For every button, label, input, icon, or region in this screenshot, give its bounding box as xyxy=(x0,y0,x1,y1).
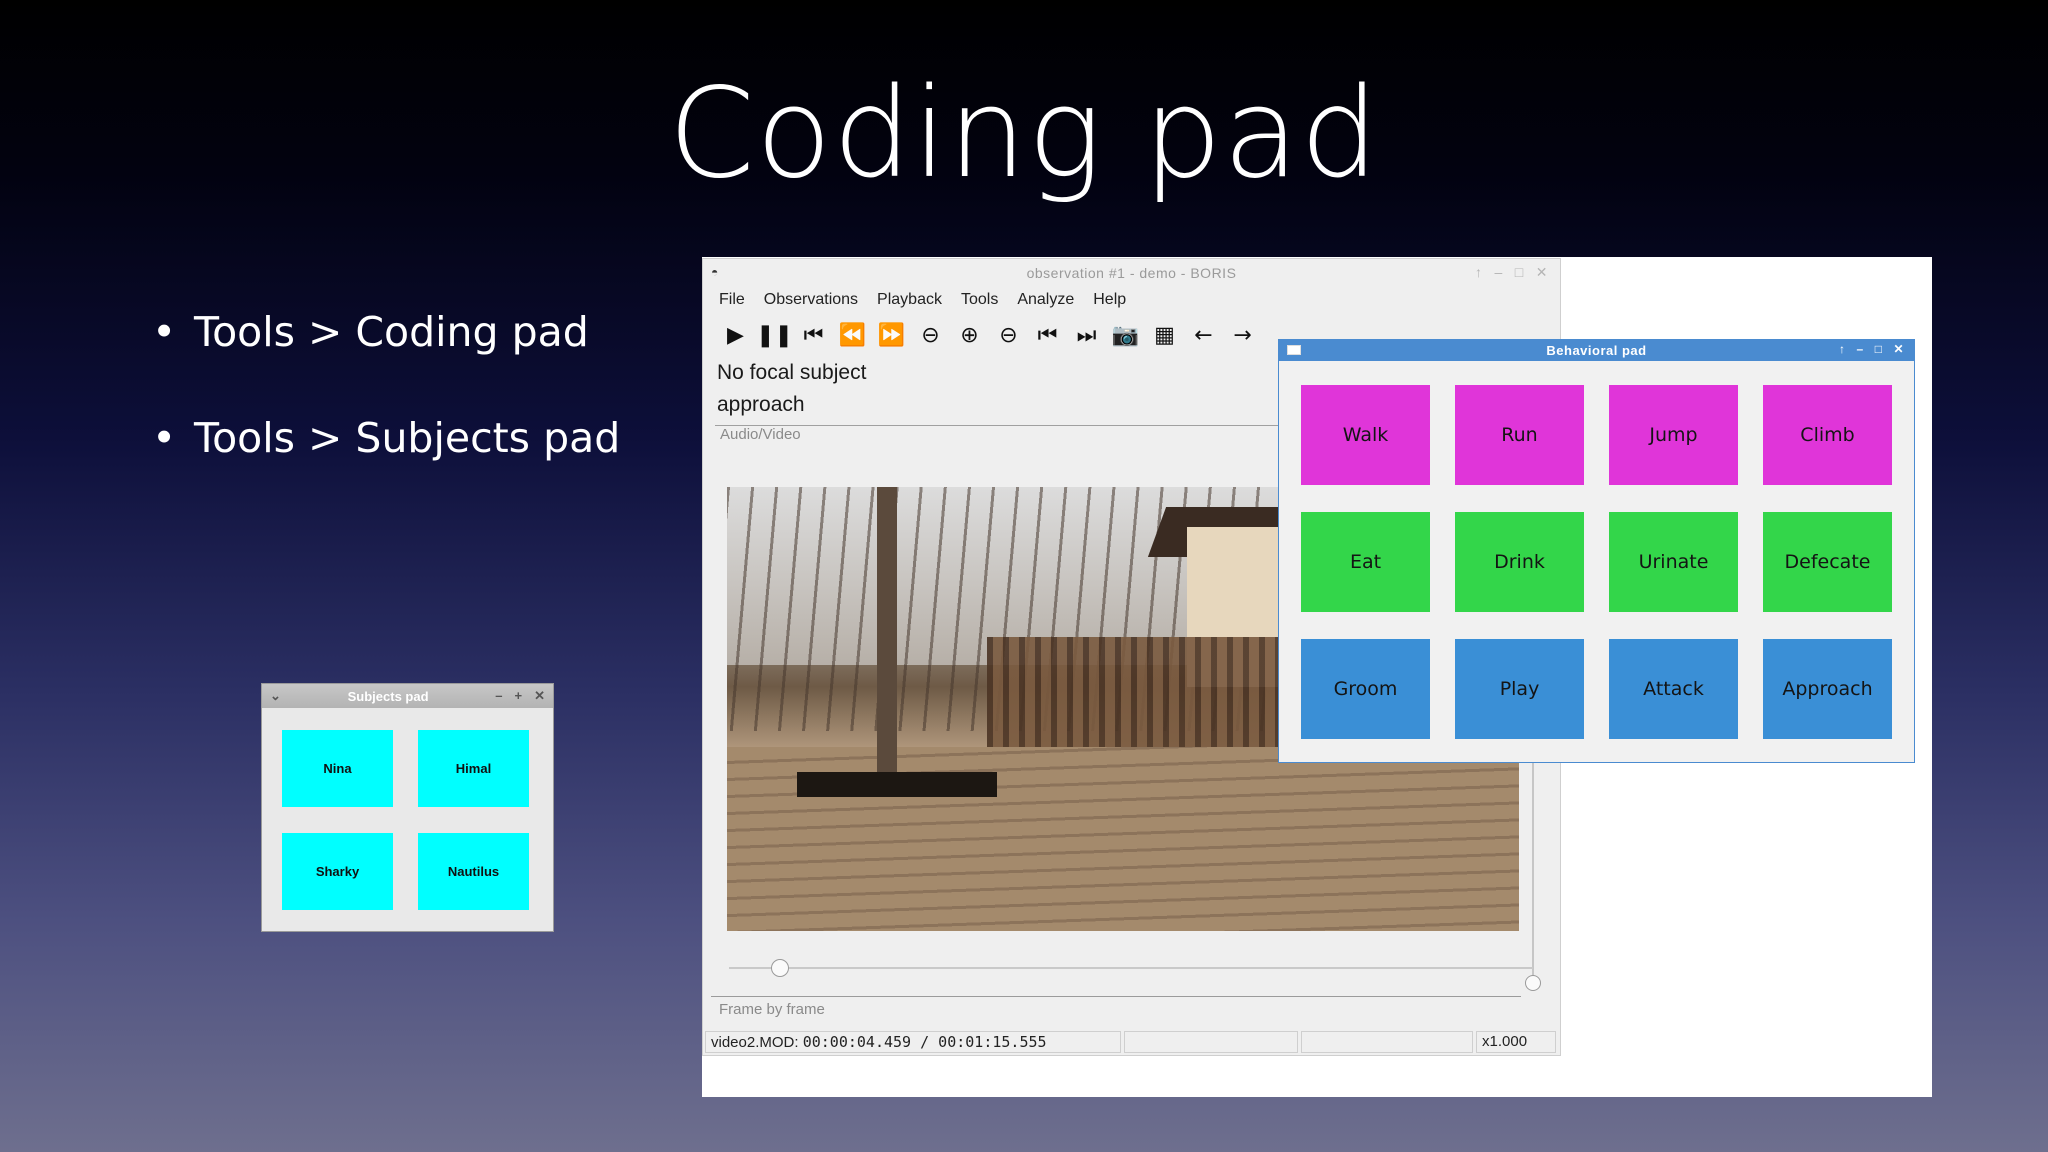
camera-icon[interactable]: 📷 xyxy=(1112,323,1139,348)
behavior-button-jump[interactable]: Jump xyxy=(1609,385,1738,485)
subjects-pad-titlebar[interactable]: ⌄ Subjects pad – + ✕ xyxy=(262,684,553,708)
minimize-icon[interactable]: – xyxy=(1495,264,1503,281)
subject-button-nautilus[interactable]: Nautilus xyxy=(418,833,529,910)
close-icon[interactable]: ✕ xyxy=(1893,342,1904,356)
rewind-icon[interactable]: ⏪ xyxy=(839,323,866,348)
behavior-button-walk[interactable]: Walk xyxy=(1301,385,1430,485)
subject-button-himal[interactable]: Himal xyxy=(418,730,529,807)
skip-back-icon[interactable]: ⏮ xyxy=(801,323,826,348)
menu-item-help[interactable]: Help xyxy=(1093,291,1126,309)
subjects-pad-title: Subjects pad xyxy=(347,688,429,704)
slide-title: Coding pad xyxy=(668,62,1380,206)
status-cell xyxy=(1301,1031,1473,1053)
window-title: observation #1 - demo - BORIS xyxy=(1026,265,1237,281)
tab-frame-by-frame[interactable]: Frame by frame xyxy=(711,996,1521,1018)
pin-icon[interactable]: ↑ xyxy=(1839,342,1846,356)
behavior-button-eat[interactable]: Eat xyxy=(1301,512,1430,612)
bullet-list: • Tools > Coding pad • Tools > Subjects pa… xyxy=(152,308,620,520)
plus-circle-icon[interactable]: ⊕ xyxy=(957,323,982,348)
main-titlebar[interactable]: ◓ observation #1 - demo - BORIS ↑ – □ ✕ xyxy=(703,259,1560,287)
minimize-icon[interactable]: – xyxy=(1857,342,1864,356)
behavior-button-defecate[interactable]: Defecate xyxy=(1763,512,1892,612)
maximize-icon[interactable]: □ xyxy=(1515,264,1524,281)
subjects-grid: Nina Himal Sharky Nautilus xyxy=(282,730,529,910)
media-name: video2.MOD: xyxy=(711,1034,799,1051)
menu-item-analyze[interactable]: Analyze xyxy=(1017,291,1074,309)
menubar: File Observations Playback Tools Analyze Help xyxy=(703,287,1560,313)
behavior-button-climb[interactable]: Climb xyxy=(1763,385,1892,485)
maximize-icon[interactable]: □ xyxy=(1875,342,1883,356)
play-icon[interactable]: ▶ xyxy=(723,323,748,348)
close-icon[interactable]: ✕ xyxy=(1536,264,1548,281)
position-slider-handle[interactable] xyxy=(771,959,789,977)
menu-item-file[interactable]: File xyxy=(719,291,745,309)
behavioral-pad-titlebar[interactable]: Behavioral pad ↑ – □ ✕ xyxy=(1279,340,1914,361)
behavior-button-groom[interactable]: Groom xyxy=(1301,639,1430,739)
behaviors-grid: Walk Run Jump Climb Eat Drink Urinate Defecate G… xyxy=(1301,385,1892,739)
subject-button-sharky[interactable]: Sharky xyxy=(282,833,393,910)
close-icon[interactable]: ✕ xyxy=(534,688,545,704)
window-icon xyxy=(1287,345,1301,355)
behavior-button-run[interactable]: Run xyxy=(1455,385,1584,485)
subjects-pad-window: ⌄ Subjects pad – + ✕ Nina Himal Sharky Naut… xyxy=(261,683,554,932)
minimize-icon[interactable]: – xyxy=(495,688,502,704)
next-media-icon[interactable]: ⏭ xyxy=(1074,323,1099,348)
behavior-button-attack[interactable]: Attack xyxy=(1609,639,1738,739)
bullet-item: • Tools > Coding pad xyxy=(152,308,589,356)
media-time-cell: video2.MOD: 00:00:04.459 / 00:01:15.555 xyxy=(705,1031,1121,1053)
bullet-item: • Tools > Subjects pad xyxy=(152,414,621,462)
behavior-button-approach[interactable]: Approach xyxy=(1763,639,1892,739)
chevron-down-icon[interactable]: ⌄ xyxy=(270,688,281,704)
pause-icon[interactable]: ❚❚ xyxy=(756,323,793,348)
arrow-left-icon[interactable]: ← xyxy=(1191,323,1216,348)
behavioral-pad-window: Behavioral pad ↑ – □ ✕ Walk Run Jump Climb E… xyxy=(1278,339,1915,763)
bullet-text: Tools > Coding pad xyxy=(194,308,589,356)
subject-button-nina[interactable]: Nina xyxy=(282,730,393,807)
speed-label: x1.000 xyxy=(1476,1031,1556,1053)
status-cell xyxy=(1124,1031,1298,1053)
statusbar: video2.MOD: 00:00:04.459 / 00:01:15.555 … xyxy=(705,1031,1560,1053)
fast-forward-icon[interactable]: ⏩ xyxy=(878,323,905,348)
eye-icon: ◓ xyxy=(711,265,719,279)
behavior-button-drink[interactable]: Drink xyxy=(1455,512,1584,612)
pin-icon[interactable]: + xyxy=(515,688,523,704)
media-time: 00:00:04.459 / 00:01:15.555 xyxy=(802,1033,1047,1051)
volume-slider-handle[interactable] xyxy=(1525,975,1541,991)
menu-item-tools[interactable]: Tools xyxy=(961,291,998,309)
position-slider-track xyxy=(729,967,1533,969)
arrow-right-icon[interactable]: → xyxy=(1230,323,1255,348)
menu-item-observations[interactable]: Observations xyxy=(764,291,858,309)
tab-audio-video[interactable]: Audio/Video xyxy=(720,426,801,443)
menu-item-playback[interactable]: Playback xyxy=(877,291,942,309)
previous-media-icon[interactable]: ⏮ xyxy=(1035,323,1060,348)
minus-circle-icon[interactable]: ⊖ xyxy=(996,323,1021,348)
pin-icon[interactable]: ↑ xyxy=(1475,264,1483,281)
behavior-button-play[interactable]: Play xyxy=(1455,639,1584,739)
behavior-button-urinate[interactable]: Urinate xyxy=(1609,512,1738,612)
film-icon[interactable]: ▦ xyxy=(1152,323,1177,348)
bullet-text: Tools > Subjects pad xyxy=(194,414,621,462)
behavioral-pad-title: Behavioral pad xyxy=(1546,343,1647,358)
minus-circle-icon[interactable]: ⊖ xyxy=(918,323,943,348)
